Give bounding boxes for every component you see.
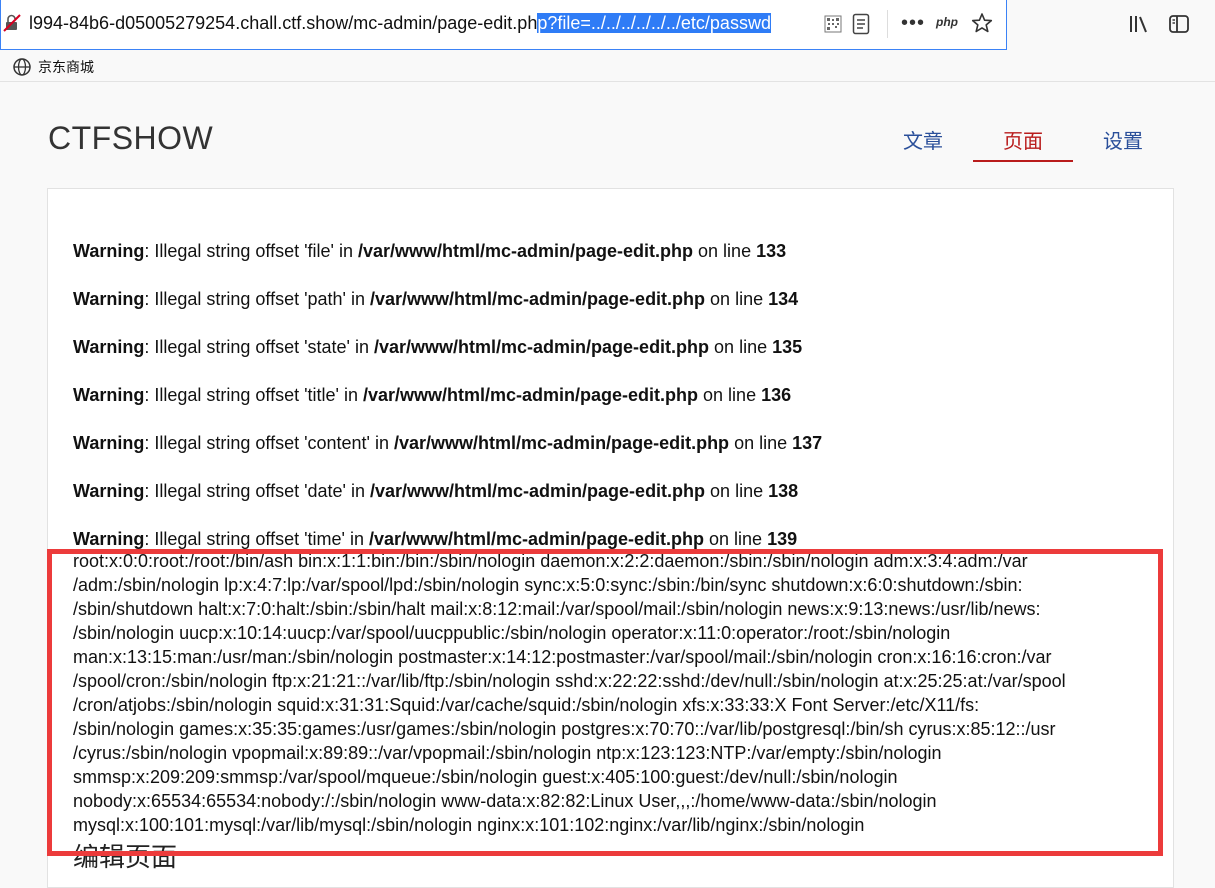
php-warning-line: Warning: Illegal string offset 'time' in… <box>73 529 797 550</box>
warning-on-line: on line <box>709 337 773 357</box>
php-warning-line: Warning: Illegal string offset 'state' i… <box>73 337 802 358</box>
bookmark-label: 京东商城 <box>38 59 94 75</box>
warning-line-number: 133 <box>756 241 787 261</box>
warning-on-line: on line <box>704 529 768 549</box>
globe-icon <box>13 58 31 76</box>
url-selected: p?file=../../../../../../etc/passwd <box>537 13 771 33</box>
edit-page-heading: 编辑页面 <box>73 842 178 872</box>
warning-on-line: on line <box>693 241 757 261</box>
insecure-lock-icon[interactable] <box>3 14 21 32</box>
bookmark-star-icon[interactable] <box>971 12 993 34</box>
warning-path: /var/www/html/mc-admin/page-edit.php <box>368 529 705 549</box>
warning-on-line: on line <box>705 289 769 309</box>
php-extension-icon[interactable]: php <box>936 15 958 29</box>
warning-line-number: 139 <box>767 529 798 549</box>
warning-line-number: 137 <box>792 433 823 453</box>
warning-on-line: on line <box>698 385 762 405</box>
warning-on-line: on line <box>729 433 793 453</box>
passwd-line: /cron/atjobs:/sbin/nologin squid:x:31:31… <box>73 695 980 715</box>
warning-label: Warning <box>73 481 145 501</box>
warning-message: : Illegal string offset 'content' in <box>144 433 395 453</box>
warning-path: /var/www/html/mc-admin/page-edit.php <box>370 481 706 501</box>
passwd-line: mysql:x:100:101:mysql:/var/lib/mysql:/sb… <box>73 815 865 835</box>
toolbar-separator <box>887 10 888 38</box>
warning-path: /var/www/html/mc-admin/page-edit.php <box>374 337 710 357</box>
site-brand[interactable]: CTFSHOW <box>48 120 213 157</box>
bookmark-jd[interactable]: 京东商城 <box>12 57 94 77</box>
php-warning-line: Warning: Illegal string offset 'file' in… <box>73 241 786 262</box>
nav-pages[interactable]: 页面 <box>1003 125 1043 154</box>
php-warning-line: Warning: Illegal string offset 'date' in… <box>73 481 798 502</box>
warning-label: Warning <box>73 433 145 453</box>
qr-code-icon[interactable] <box>824 15 842 33</box>
passwd-output: root:x:0:0:root:/root:/bin/ash bin:x:1:1… <box>73 549 1153 837</box>
bookmarks-toolbar: 京东商城 <box>0 52 1215 82</box>
library-icon[interactable] <box>1128 13 1150 35</box>
passwd-line: /sbin/shutdown halt:x:7:0:halt:/sbin:/sb… <box>73 599 1041 619</box>
warning-message: : Illegal string offset 'date' in <box>144 481 370 501</box>
page-actions-more-icon[interactable]: ••• <box>901 12 925 35</box>
url-prefix: l994-84b6-d05005279254.chall.ctf.show/mc… <box>29 13 538 33</box>
passwd-line: nobody:x:65534:65534:nobody:/:/sbin/nolo… <box>73 791 937 811</box>
passwd-line: /spool/cron:/sbin/nologin ftp:x:21:21::/… <box>73 671 1066 691</box>
warning-line-number: 138 <box>768 481 799 501</box>
warning-message: : Illegal string offset 'time' in <box>144 529 369 549</box>
warning-label: Warning <box>73 241 145 261</box>
nav-active-indicator <box>973 160 1073 162</box>
passwd-line: /sbin/nologin uucp:x:10:14:uucp:/var/spo… <box>73 623 951 643</box>
warning-path: /var/www/html/mc-admin/page-edit.php <box>357 241 694 261</box>
warning-label: Warning <box>73 385 145 405</box>
passwd-line: man:x:13:15:man:/usr/man:/sbin/nologin p… <box>73 647 1052 667</box>
warning-message: : Illegal string offset 'title' in <box>144 385 363 405</box>
warning-path: /var/www/html/mc-admin/page-edit.php <box>394 433 730 453</box>
sidebar-icon[interactable] <box>1168 13 1190 35</box>
nav-articles[interactable]: 文章 <box>903 125 943 154</box>
php-warning-line: Warning: Illegal string offset 'title' i… <box>73 385 791 406</box>
url-text[interactable]: l994-84b6-d05005279254.chall.ctf.show/mc… <box>29 13 771 34</box>
warning-message: : Illegal string offset 'path' in <box>144 289 370 309</box>
php-warning-line: Warning: Illegal string offset 'path' in… <box>73 289 798 310</box>
warning-path: /var/www/html/mc-admin/page-edit.php <box>370 289 706 309</box>
warning-on-line: on line <box>705 481 769 501</box>
warning-label: Warning <box>73 529 145 549</box>
passwd-line: root:x:0:0:root:/root:/bin/ash bin:x:1:1… <box>73 551 1028 571</box>
nav-settings[interactable]: 设置 <box>1103 125 1143 154</box>
passwd-line: /adm:/sbin/nologin lp:x:4:7:lp:/var/spoo… <box>73 575 1023 595</box>
warning-line-number: 134 <box>768 289 799 309</box>
content-card: Warning: Illegal string offset 'file' in… <box>47 188 1174 888</box>
address-bar[interactable]: l994-84b6-d05005279254.chall.ctf.show/mc… <box>0 0 1007 50</box>
warning-line-number: 136 <box>761 385 792 405</box>
reader-view-icon[interactable] <box>852 13 870 35</box>
warning-message: : Illegal string offset 'file' in <box>144 241 358 261</box>
warning-line-number: 135 <box>772 337 803 357</box>
page-content: CTFSHOW 文章 页面 设置 Warning: Illegal string… <box>0 82 1215 888</box>
passwd-line: /sbin/nologin games:x:35:35:games:/usr/g… <box>73 719 1056 739</box>
passwd-line: smmsp:x:209:209:smmsp:/var/spool/mqueue:… <box>73 767 898 787</box>
warning-path: /var/www/html/mc-admin/page-edit.php <box>362 385 699 405</box>
warning-label: Warning <box>73 289 145 309</box>
passwd-line: /cyrus:/sbin/nologin vpopmail:x:89:89::/… <box>73 743 942 763</box>
warning-label: Warning <box>73 337 145 357</box>
warning-message: : Illegal string offset 'state' in <box>144 337 374 357</box>
php-warning-line: Warning: Illegal string offset 'content'… <box>73 433 822 454</box>
